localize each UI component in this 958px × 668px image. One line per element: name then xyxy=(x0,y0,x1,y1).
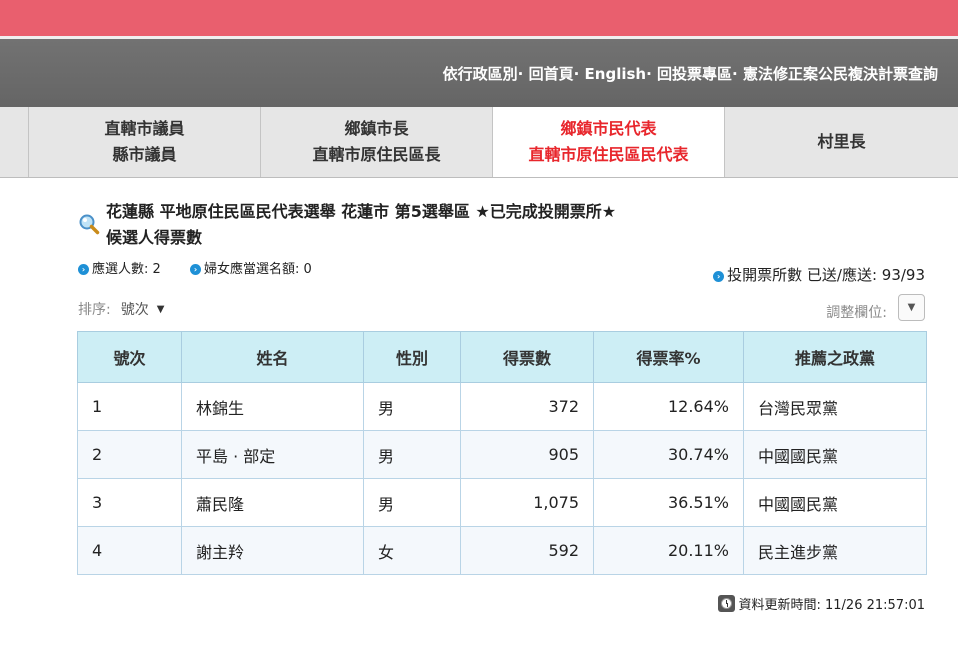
women-quota: › 婦女應當選名額: 0 xyxy=(190,258,312,277)
dropdown-arrow-icon[interactable]: ▼ xyxy=(157,304,165,315)
nav-link-english[interactable]: English xyxy=(585,65,647,83)
sort-label: 排序: xyxy=(78,302,111,318)
nav-separator: · xyxy=(517,65,524,83)
top-accent-bar xyxy=(0,0,958,36)
tab-label: 村里長 xyxy=(817,132,866,151)
candidate-votes-table: 號次 姓名 性別 得票數 得票率% 推薦之政黨 1 林錦生 男 372 12.6… xyxy=(77,331,927,575)
cell-vote-rate: 30.74% xyxy=(593,430,744,479)
tab-township-mayors[interactable]: 鄉鎮市長 直轄市原住民區長 xyxy=(261,107,493,177)
nav-link-home[interactable]: 回首頁 xyxy=(529,65,574,83)
polling-progress: › 投開票所數 已送/應送: 93/93 xyxy=(713,264,925,285)
nav-link-voting-area[interactable]: 回投票專區 xyxy=(657,65,732,83)
arrow-circle-icon: › xyxy=(713,271,725,282)
cell-name: 平島 · 部定 xyxy=(181,430,364,479)
cell-votes: 1,075 xyxy=(460,478,594,527)
page-title: 花蓮縣 平地原住民區民代表選舉 花蓮市 第5選舉區 ★已完成投開票所★ 候選人得… xyxy=(106,199,616,251)
election-tabs: 直轄市議員 縣市議員 鄉鎮市長 直轄市原住民區長 鄉鎮市民代表 直轄市原住民區民… xyxy=(0,107,958,178)
adjust-columns-label: 調整欄位: xyxy=(826,305,887,321)
table-row: 3 蕭民隆 男 1,075 36.51% 中國國民黨 xyxy=(77,478,927,527)
page-title-line2: 候選人得票數 xyxy=(106,228,203,247)
clock-icon xyxy=(717,595,735,612)
elected-count: › 應選人數: 2 xyxy=(78,258,161,277)
cell-votes: 372 xyxy=(460,382,594,431)
table-row: 4 謝主羚 女 592 20.11% 民主進步黨 xyxy=(77,526,927,575)
nav-link-by-district[interactable]: 依行政區別 xyxy=(443,65,518,83)
column-header-votes[interactable]: 得票數 xyxy=(460,331,594,383)
sort-control[interactable]: 排序: 號次 ▼ xyxy=(78,299,164,319)
magnifier-icon xyxy=(79,214,100,235)
cell-name: 蕭民隆 xyxy=(181,478,364,527)
tab-label: 直轄市原住民區長 xyxy=(312,145,441,164)
sort-value[interactable]: 號次 xyxy=(121,302,149,318)
nav-bar: 依行政區別· 回首頁· English· 回投票專區· 憲法修正案公民複決計票查… xyxy=(0,39,958,107)
elected-count-text: 應選人數: 2 xyxy=(92,262,161,277)
cell-number: 3 xyxy=(77,478,182,527)
nav-links: 依行政區別· 回首頁· English· 回投票專區· 憲法修正案公民複決計票查… xyxy=(443,63,938,84)
column-header-gender[interactable]: 性別 xyxy=(363,331,461,383)
cell-votes: 905 xyxy=(460,430,594,479)
cell-gender: 女 xyxy=(363,526,461,575)
cell-vote-rate: 20.11% xyxy=(593,526,744,575)
table-row: 2 平島 · 部定 男 905 30.74% 中國國民黨 xyxy=(77,430,927,479)
tab-councilors[interactable]: 直轄市議員 縣市議員 xyxy=(29,107,261,177)
polling-progress-text: 投開票所數 已送/應送: 93/93 xyxy=(727,266,925,284)
tab-label: 直轄市議員 xyxy=(104,119,185,138)
cell-votes: 592 xyxy=(460,526,594,575)
tab-label: 縣市議員 xyxy=(112,145,177,164)
cell-party: 台灣民眾黨 xyxy=(743,382,927,431)
update-time: 資料更新時間: 11/26 21:57:01 xyxy=(717,594,926,613)
arrow-circle-icon: › xyxy=(190,264,201,275)
cell-name: 謝主羚 xyxy=(181,526,364,575)
cell-gender: 男 xyxy=(363,430,461,479)
cell-gender: 男 xyxy=(363,478,461,527)
page-title-line1: 花蓮縣 平地原住民區民代表選舉 花蓮市 第5選舉區 ★已完成投開票所★ xyxy=(106,202,617,221)
cell-party: 中國國民黨 xyxy=(743,430,927,479)
nav-link-referendum[interactable]: 憲法修正案公民複決計票查詢 xyxy=(743,65,938,83)
cell-party: 中國國民黨 xyxy=(743,478,927,527)
column-header-vote-rate[interactable]: 得票率% xyxy=(593,331,744,383)
tab-village-chiefs[interactable]: 村里長 xyxy=(725,107,958,177)
women-quota-text: 婦女應當選名額: 0 xyxy=(204,262,312,277)
nav-separator: · xyxy=(646,65,652,83)
tab-label: 鄉鎮市長 xyxy=(344,119,409,138)
dropdown-button-icon[interactable]: ▼ xyxy=(898,294,925,321)
update-time-text: 資料更新時間: 11/26 21:57:01 xyxy=(738,598,926,613)
tab-township-representatives[interactable]: 鄉鎮市民代表 直轄市原住民區民代表 xyxy=(493,107,725,177)
column-header-party[interactable]: 推薦之政黨 xyxy=(743,331,927,383)
cell-vote-rate: 12.64% xyxy=(593,382,744,431)
cell-number: 2 xyxy=(77,430,182,479)
cell-gender: 男 xyxy=(363,382,461,431)
cell-number: 1 xyxy=(77,382,182,431)
nav-separator: · xyxy=(732,65,738,83)
column-header-number[interactable]: 號次 xyxy=(77,331,182,383)
tab-label: 鄉鎮市民代表 xyxy=(560,119,657,138)
nav-separator: · xyxy=(573,65,580,83)
cell-vote-rate: 36.51% xyxy=(593,478,744,527)
column-header-name[interactable]: 姓名 xyxy=(181,331,364,383)
tab-label: 直轄市原住民區民代表 xyxy=(528,145,689,164)
table-row: 1 林錦生 男 372 12.64% 台灣民眾黨 xyxy=(77,382,927,431)
cell-party: 民主進步黨 xyxy=(743,526,927,575)
cell-name: 林錦生 xyxy=(181,382,364,431)
tab-left-edge xyxy=(0,107,29,177)
table-header-row: 號次 姓名 性別 得票數 得票率% 推薦之政黨 xyxy=(77,331,927,383)
cell-number: 4 xyxy=(77,526,182,575)
arrow-circle-icon: › xyxy=(78,264,89,275)
